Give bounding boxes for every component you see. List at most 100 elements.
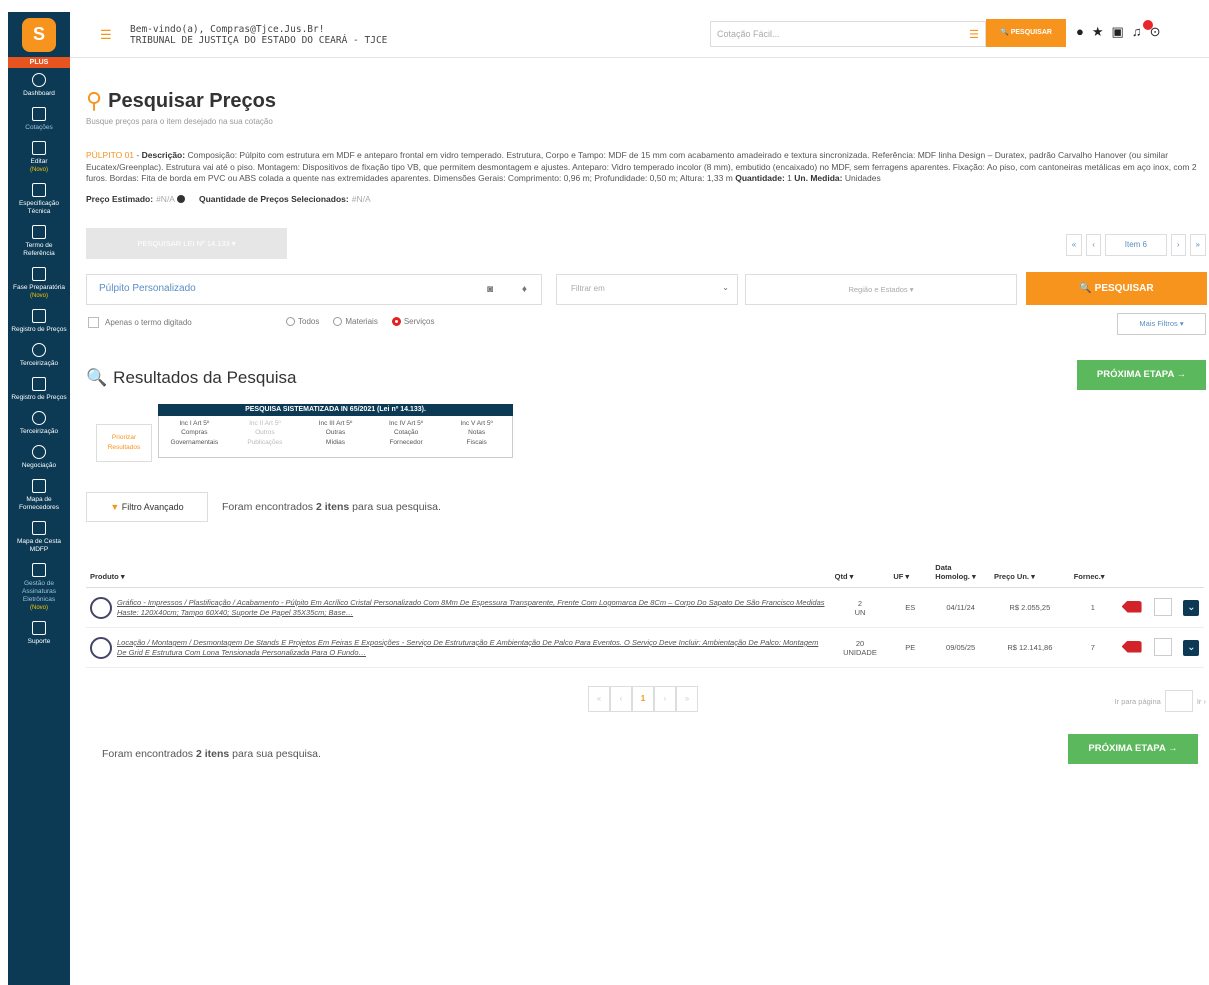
goto-page-input[interactable] (1164, 690, 1193, 712)
last-page-button[interactable]: » (676, 686, 698, 712)
sidebar-item-termo[interactable]: Termo de Referência (8, 220, 70, 262)
sys-col-2[interactable]: Inc II Art 5º Outros Publicações (230, 416, 301, 457)
sidebar-item-suporte[interactable]: Suporte (8, 616, 70, 650)
info-icon[interactable] (176, 194, 185, 203)
price-cell: R$ 2.055,25 (990, 587, 1070, 628)
results-footer: Foram encontrados 2 itens para sua pesqu… (86, 728, 1206, 768)
sidebar-item-terceirizacao[interactable]: Terceirização (8, 338, 70, 372)
prev-page-button[interactable]: ‹ (610, 686, 632, 712)
sys-col-1[interactable]: Inc I Art 5º Compras Governamentais (159, 416, 230, 457)
expand-icon[interactable]: ⌄ (1183, 599, 1200, 616)
first-item-button[interactable]: « (1065, 234, 1083, 256)
sidebar-item-mapa-fornecedores[interactable]: Mapa de Fornecedores (8, 474, 70, 516)
uf-cell: PE (889, 627, 932, 668)
camera-icon[interactable]: ◙ (487, 284, 493, 295)
bell-icon[interactable]: ♫ (1132, 24, 1142, 40)
calendar-icon[interactable]: ▣ (1112, 24, 1124, 40)
product-link[interactable]: Gráfico - Impressos / Plastificação / Ac… (117, 598, 827, 617)
col-supplier[interactable]: Fornec.▾ (1069, 543, 1116, 588)
document-icon (32, 225, 46, 239)
globe-icon[interactable]: ● (1076, 24, 1084, 40)
item-indicator[interactable]: Item 6 (1104, 234, 1167, 256)
star-icon[interactable]: ★ (1092, 24, 1104, 40)
sidebar: S PLUS Dashboard Cotações Editar (Novo) E… (8, 12, 70, 985)
advanced-filter-button[interactable]: ▼ Filtro Avançado (86, 491, 208, 522)
quick-search-input[interactable]: Cotação Fácil... ☰ (710, 21, 986, 47)
sys-col-4[interactable]: Inc IV Art 5º Cotação Fornecedor (371, 416, 442, 457)
app-logo[interactable]: S (8, 12, 70, 57)
remove-tag-icon[interactable] (1121, 640, 1142, 653)
supplier-cell: 7 (1069, 627, 1116, 668)
item-code: PÚLPITO 01 (86, 150, 135, 160)
welcome-text: Bem-vindo(a), Compras@Tjce.Jus.Br! TRIBU… (130, 23, 388, 46)
next-item-button[interactable]: › (1170, 234, 1186, 256)
sys-col-3[interactable]: Inc III Art 5º Outras Mídias (300, 416, 371, 457)
sidebar-item-especificacao[interactable]: Especificação Técnica (8, 178, 70, 220)
first-page-button[interactable]: « (588, 686, 610, 712)
sidebar-item-assinaturas[interactable]: Gestão de Assinaturas Eletrônicas (Novo) (8, 558, 70, 616)
sidebar-item-mapa-cesta[interactable]: Mapa de Cesta MDFP (8, 516, 70, 558)
col-qty[interactable]: Qtd ▾ (830, 543, 890, 588)
sidebar-item-fase[interactable]: Fase Preparatória (Novo) (8, 262, 70, 304)
next-step-button-bottom[interactable]: PRÓXIMA ETAPA → (1068, 734, 1198, 764)
handshake-icon (32, 445, 46, 459)
expand-icon[interactable]: ⌄ (1183, 639, 1200, 656)
search-input[interactable]: Púlpito Personalizado ◙ ♦ (86, 273, 542, 305)
col-price[interactable]: Preço Un. ▾ (990, 543, 1070, 588)
region-select[interactable]: Região e Estados ▾ (745, 273, 1017, 305)
clipboard-icon (32, 377, 46, 391)
menu-icon[interactable]: ☰ (100, 27, 114, 43)
sys-col-5[interactable]: Inc V Art 5º Notas Fiscais (441, 416, 512, 457)
sidebar-item-editar[interactable]: Editar (Novo) (8, 136, 70, 178)
sidebar-item-negociacao[interactable]: Negociação (8, 440, 70, 474)
notification-badge (1143, 20, 1153, 30)
sidebar-item-dashboard[interactable]: Dashboard (8, 68, 70, 102)
prev-item-button[interactable]: ‹ (1086, 234, 1101, 256)
prioritize-button[interactable]: Priorizar Resultados (96, 423, 152, 462)
dashboard-icon (32, 73, 46, 87)
filter-in-select[interactable]: Filtrar em ⌄ (556, 273, 738, 305)
clipboard-icon (32, 309, 46, 323)
radio-services[interactable]: Serviços (391, 316, 435, 326)
filter-icon: ▼ (110, 501, 120, 512)
sidebar-item-registro-2[interactable]: Registro de Preços (8, 372, 70, 406)
next-step-button[interactable]: PRÓXIMA ETAPA → (1077, 359, 1206, 390)
main-content: ⚲ Pesquisar Preços Busque preços para o … (86, 58, 1207, 768)
goto-page-button[interactable]: Ir › (1197, 697, 1206, 706)
search-icon: 🔍 (86, 367, 108, 387)
sidebar-item-cotacoes[interactable]: Cotações (8, 102, 70, 136)
exact-term-checkbox[interactable]: Apenas o termo digitado (88, 316, 192, 328)
sidebar-item-registro[interactable]: Registro de Preços (8, 304, 70, 338)
col-date[interactable]: Data Homolog. ▾ (931, 543, 990, 588)
search-button[interactable]: 🔍 PESQUISAR (1026, 271, 1207, 305)
search-row: Púlpito Personalizado ◙ ♦ Filtrar em ⌄ R… (86, 271, 1207, 308)
qty-cell: 20 UNIDADE (830, 627, 890, 668)
qty-cell: 2 UN (830, 587, 890, 628)
radio-materials[interactable]: Materiais (333, 316, 378, 326)
next-page-button[interactable]: › (654, 686, 676, 712)
table-row: Gráfico - Impressos / Plastificação / Ac… (86, 587, 1204, 628)
col-uf[interactable]: UF ▾ (889, 543, 932, 588)
top-search-button[interactable]: 🔍 PESQUISAR (986, 19, 1066, 47)
top-icon-group: ● ★ ▣ ♫ ⊙ (1076, 20, 1160, 40)
select-checkbox[interactable] (1154, 597, 1173, 616)
product-link[interactable]: Locação / Montagem / Desmontagem De Stan… (117, 638, 827, 657)
filter-row: ▼ Filtro Avançado Foram encontrados 2 it… (86, 491, 1206, 522)
lei-search-button[interactable]: PESQUISAR LEI Nº 14.133 ▾ (86, 227, 287, 259)
item-pager: « ‹ Item 6 › » (1065, 234, 1206, 256)
radio-all[interactable]: Todos (286, 316, 319, 326)
remove-tag-icon[interactable] (1121, 600, 1142, 613)
calculator-icon (32, 107, 46, 121)
uf-cell: ES (889, 587, 932, 628)
list-icon[interactable]: ☰ (969, 28, 979, 41)
page-1-button[interactable]: 1 (632, 686, 654, 712)
systematized-search: Priorizar Resultados PESQUISA SISTEMATIZ… (86, 403, 1206, 470)
col-product[interactable]: Produto ▾ (86, 543, 831, 588)
select-checkbox[interactable] (1154, 637, 1173, 656)
sidebar-item-terceirizacao-2[interactable]: Terceirização (8, 406, 70, 440)
logo-icon: S (22, 17, 56, 52)
last-item-button[interactable]: » (1189, 234, 1206, 256)
microphone-icon[interactable]: ♦ (522, 284, 527, 295)
more-filters-button[interactable]: Mais Filtros ▾ (1117, 312, 1206, 335)
page-buttons: « ‹ 1 › » (588, 686, 698, 712)
